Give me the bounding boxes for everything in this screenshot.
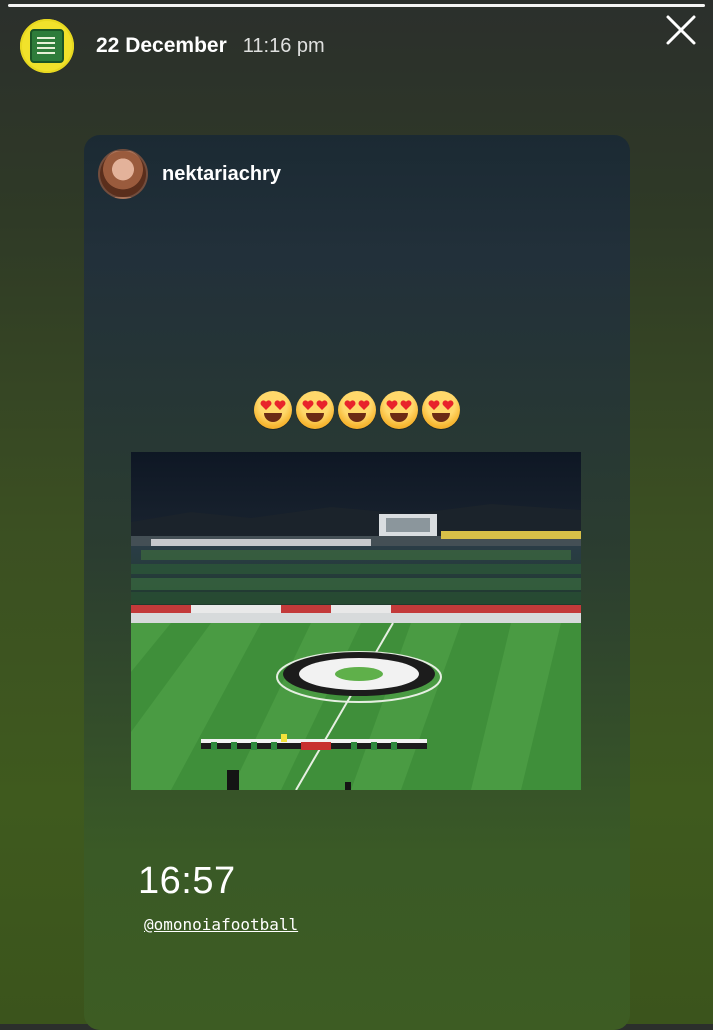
account-avatar[interactable] (20, 19, 74, 73)
heart-eyes-emoji-icon (296, 391, 334, 429)
post-username[interactable]: nektariachry (162, 163, 281, 186)
heart-eyes-emoji-icon (380, 391, 418, 429)
story-header: 22 December 11:16 pm (20, 18, 693, 74)
story-date: 22 December (96, 34, 227, 57)
post-author[interactable]: nektariachry (98, 149, 281, 199)
stadium-photo[interactable] (131, 452, 581, 790)
progress-segment (8, 4, 705, 7)
close-icon (666, 15, 696, 45)
user-avatar[interactable] (98, 149, 148, 199)
close-button[interactable] (663, 12, 699, 48)
shared-post-card[interactable]: nektariachry 16:57 @omonoiafootball (84, 135, 630, 1030)
clock-sticker: 16:57 (138, 860, 236, 902)
mention-link[interactable]: @omonoiafootball (144, 915, 298, 934)
emoji-row (84, 391, 630, 429)
heart-eyes-emoji-icon (422, 391, 460, 429)
story-time: 11:16 pm (242, 34, 325, 57)
story-progress-bar (8, 4, 705, 7)
heart-eyes-emoji-icon (254, 391, 292, 429)
lineup-board-icon (30, 29, 64, 63)
heart-eyes-emoji-icon (338, 391, 376, 429)
